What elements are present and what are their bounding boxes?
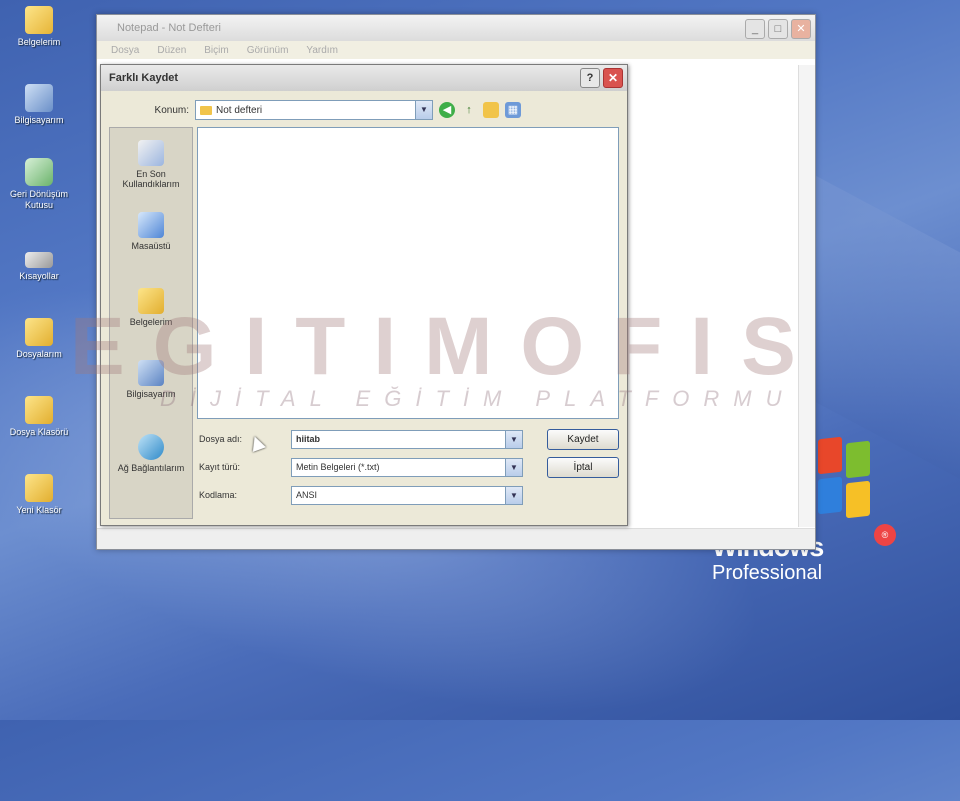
encoding-row: Kodlama: ANSI ▼ (197, 485, 617, 505)
encoding-label: Kodlama: (199, 490, 238, 500)
place-network[interactable]: Ağ Bağlantılarım (110, 434, 192, 473)
network-icon (138, 434, 164, 460)
desktop-icon-computer[interactable]: Bilgisayarım (8, 84, 70, 126)
help-button[interactable]: ? (580, 68, 600, 88)
dialog-titlebar[interactable]: Farklı Kaydet (101, 65, 627, 91)
save-as-dialog: Farklı Kaydet ? ✕ Konum: Not defteri ▼ ◀… (100, 64, 628, 526)
location-label: Konum: (154, 104, 189, 116)
folder-icon (25, 474, 53, 502)
back-icon[interactable]: ◀ (439, 102, 455, 118)
folder-icon (200, 105, 212, 115)
view-menu-icon[interactable]: ▦ (505, 102, 521, 118)
desktop-icon-shortcuts[interactable]: Kısayollar (8, 244, 70, 282)
notepad-titlebar[interactable]: Notepad - Not Defteri (97, 15, 815, 41)
desktop-icon-folder[interactable]: Dosya Klasörü (8, 396, 70, 438)
desktop-icon-new-folder[interactable]: Yeni Klasör (8, 474, 70, 516)
up-folder-icon[interactable]: ↑ (461, 102, 477, 118)
maximize-button[interactable]: □ (768, 19, 788, 39)
computer-icon (25, 84, 53, 112)
location-value: Not defteri (216, 104, 263, 116)
windows-flag-logo (818, 436, 874, 520)
desktop-icon-files[interactable]: Dosyalarım (8, 318, 70, 360)
chevron-down-icon[interactable]: ▼ (505, 430, 522, 448)
location-row: Konum: Not defteri ▼ ◀ ↑ ▦ (109, 99, 619, 121)
notepad-menubar: Dosya Düzen Biçim Görünüm Yardım (97, 41, 815, 59)
menu-help[interactable]: Yardım (306, 45, 338, 56)
place-recent[interactable]: En Son Kullandıklarım (110, 140, 192, 189)
filename-value: hiitab (296, 434, 320, 444)
filetype-select[interactable]: Metin Belgeleri (*.txt) ▼ (291, 457, 523, 477)
chevron-down-icon[interactable]: ▼ (505, 486, 522, 504)
filetype-label: Kayıt türü: (199, 462, 241, 472)
menu-view[interactable]: Görünüm (247, 45, 289, 56)
watermark-main: EGITIMOFIS (70, 301, 824, 392)
folder-icon (25, 396, 53, 424)
desktop-icon-recycle[interactable]: Geri Dönüşüm Kutusu (8, 158, 70, 211)
menu-format[interactable]: Biçim (204, 45, 228, 56)
close-button[interactable]: ✕ (791, 19, 811, 39)
chevron-down-icon[interactable]: ▼ (505, 458, 522, 476)
notepad-title: Notepad - Not Defteri (117, 22, 221, 34)
watermark-sub: DİJİTAL EĞİTİM PLATFORMU (160, 386, 796, 411)
menu-file[interactable]: Dosya (111, 45, 139, 56)
drive-icon (25, 252, 53, 268)
filetype-value: Metin Belgeleri (*.txt) (296, 462, 380, 472)
desktop-icon-belgelerim[interactable]: Belgelerim (8, 6, 70, 48)
recent-icon (138, 140, 164, 166)
new-folder-icon[interactable] (483, 102, 499, 118)
filename-input[interactable]: hiitab ▼ (291, 429, 523, 449)
encoding-select[interactable]: ANSI ▼ (291, 485, 523, 505)
recycle-bin-icon (25, 158, 53, 186)
vertical-scrollbar[interactable] (798, 65, 815, 527)
filename-label: Dosya adı: (199, 434, 243, 444)
folder-docs-icon (25, 6, 53, 34)
location-select[interactable]: Not defteri ▼ (195, 100, 433, 120)
dialog-close-button[interactable]: ✕ (603, 68, 623, 88)
status-bar (97, 528, 815, 549)
windows-tm-mark: ® (874, 524, 896, 546)
place-desktop[interactable]: Masaüstü (110, 212, 192, 251)
chevron-down-icon[interactable]: ▼ (415, 101, 432, 119)
windows-edition-text: Professional (712, 562, 823, 584)
minimize-button[interactable]: _ (745, 19, 765, 39)
desktop-icon (138, 212, 164, 238)
encoding-value: ANSI (296, 490, 318, 500)
folder-icon (25, 318, 53, 346)
dialog-title: Farklı Kaydet (109, 72, 179, 84)
menu-edit[interactable]: Düzen (157, 45, 186, 56)
cancel-button[interactable]: İptal (547, 457, 619, 478)
save-button[interactable]: Kaydet (547, 429, 619, 450)
